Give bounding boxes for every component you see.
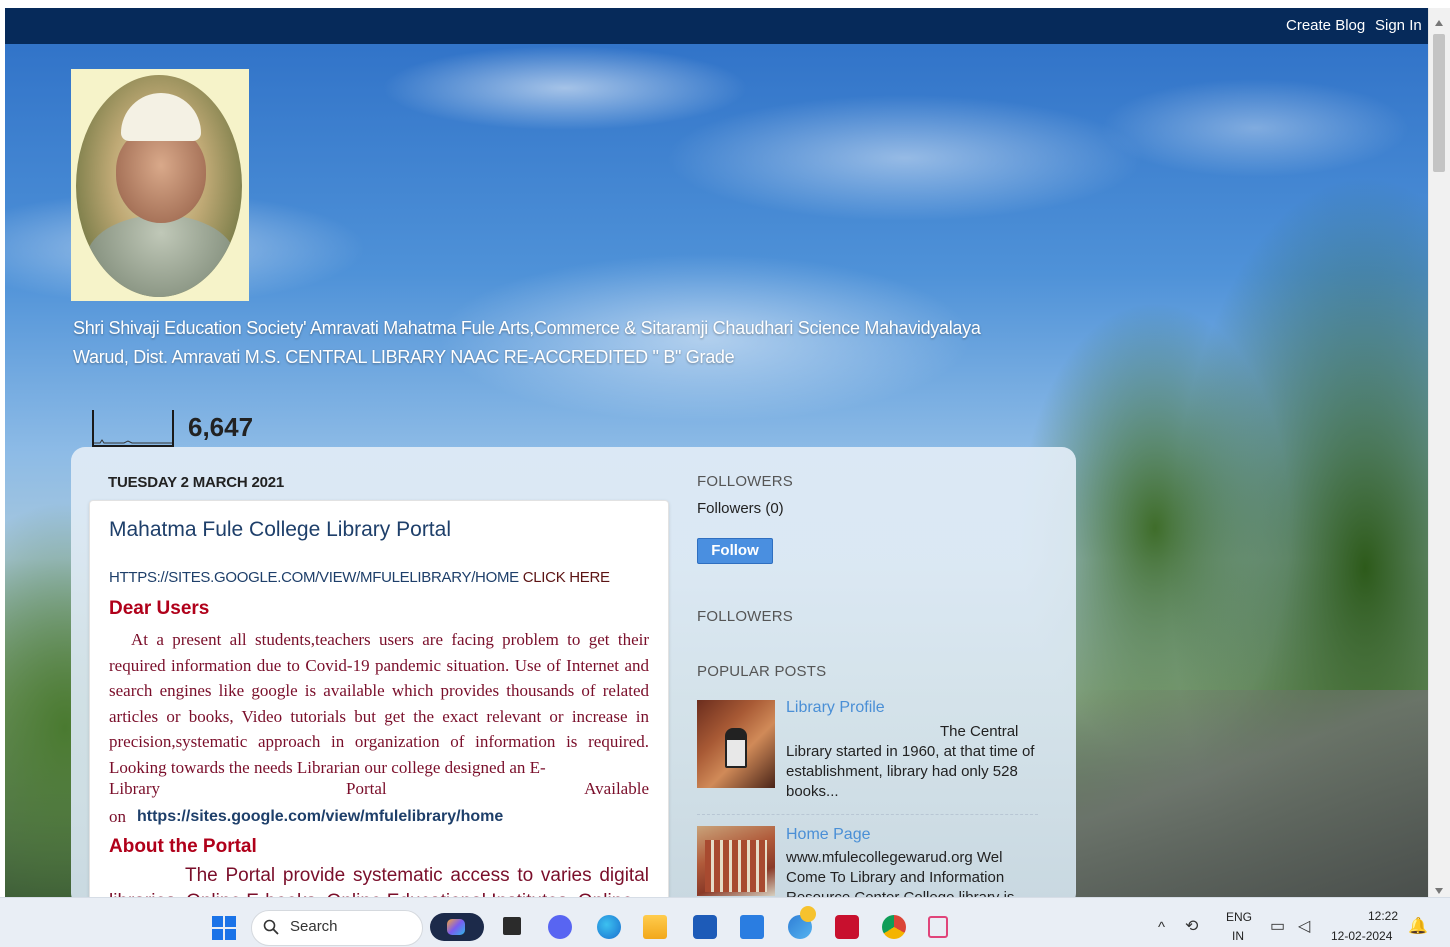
blog-title-line1: Shri Shivaji Education Society' Amravati… [73,318,981,338]
background-road [1075,690,1428,897]
portrait-oval [76,75,242,297]
post-portal-link[interactable]: HTTPS://SITES.GOOGLE.COM/VIEW/MFULELIBRA… [109,569,610,586]
browser-viewport: Create Blog Sign In Shri Shivaji Educati… [0,0,1450,897]
sparkline-graph [94,439,174,444]
scrollbar-thumb[interactable] [1433,34,1445,172]
about-portal-paragraph: The Portal provide systematic access to … [109,863,649,897]
popular-post-snippet-library-profile: The Central Library started in 1960, at … [786,722,1038,802]
task-view-icon[interactable] [503,917,521,935]
input-language-line2[interactable]: IN [1232,929,1244,943]
pageview-count: 6,647 [188,412,254,442]
mcafee-shield-icon[interactable] [835,915,859,939]
search-icon [263,919,279,935]
page-scrollbar[interactable] [1428,8,1450,897]
about-portal-text: The Portal provide systematic access to … [109,865,649,897]
scroll-down-arrow-icon[interactable] [1435,888,1443,894]
windows-start-icon[interactable] [212,916,236,940]
popular-post-title-home-page[interactable]: Home Page [786,826,871,844]
snippet-rest: Library started in 1960, at that time of… [786,743,1035,800]
chrome-browser-icon[interactable] [882,915,906,939]
portrait-cap [121,93,201,141]
header-portrait-image [71,69,249,301]
post-title[interactable]: Mahatma Fule College Library Portal [109,518,451,542]
notification-bell-icon[interactable]: 🔔 [1408,916,1428,936]
post-portal-url[interactable]: HTTPS://SITES.GOOGLE.COM/VIEW/MFULELIBRA… [109,569,519,586]
snippet-lead: The Central [940,723,1019,740]
popular-post-thumbnail-library-profile[interactable] [697,700,775,788]
followers-heading: FOLLOWERS [697,473,793,490]
scroll-up-arrow-icon[interactable] [1435,20,1443,26]
thumbnail-shirt [727,740,745,766]
available-on-text: on [109,807,126,826]
post-click-here[interactable]: CLICK HERE [519,569,610,586]
popular-post-snippet-home-page: www.mfulecollegewarud.org Wel Come To Li… [786,849,1014,897]
myhp-app-icon[interactable] [740,915,764,939]
post-date-header: TUESDAY 2 MARCH 2021 [108,474,285,491]
microsoft-store-icon[interactable] [693,915,717,939]
followers-heading-2: FOLLOWERS [697,608,793,625]
create-blog-link[interactable]: Create Blog [1286,17,1365,34]
pageview-sparkline [92,410,174,447]
blog-title-line2: Warud, Dist. Amravati M.S. CENTRAL LIBRA… [73,347,735,367]
edge-browser-icon[interactable] [597,915,621,939]
snipping-tool-icon[interactable] [928,916,948,938]
available-word-portal: Portal [346,779,387,798]
dear-users-heading: Dear Users [109,598,210,619]
popular-post-divider [697,814,1038,815]
available-word-library: Library [109,779,160,798]
tray-expand-chevron-icon[interactable]: ^ [1158,919,1165,936]
e-library-portal-link[interactable]: https://sites.google.com/view/mfulelibra… [137,808,503,826]
notification-badge-icon [800,906,816,922]
post-body-paragraph: At a present all students,teachers users… [109,627,649,780]
pageview-separator [172,410,174,447]
copilot-icon[interactable] [430,913,484,941]
available-word-available: Available [584,779,649,798]
blogger-navbar: Create Blog Sign In [5,8,1428,44]
portrait-coat [86,215,236,297]
clock-time[interactable]: 12:22 [1368,909,1398,923]
follow-button[interactable]: Follow [697,538,773,564]
popular-posts-heading: POPULAR POSTS [697,663,827,680]
blog-title[interactable]: Shri Shivaji Education Society' Amravati… [73,314,1083,372]
taskbar-search-label: Search [290,918,338,935]
chat-app-icon[interactable] [548,915,572,939]
followers-count: Followers (0) [697,500,784,517]
display-icon[interactable]: ▭ [1270,916,1285,936]
thumbnail-building [705,840,767,892]
network-sync-icon[interactable]: ⟲ [1185,916,1198,936]
popular-post-title-library-profile[interactable]: Library Profile [786,699,885,717]
portrait-face [116,127,206,223]
sign-in-link[interactable]: Sign In [1375,17,1422,34]
file-explorer-icon[interactable] [643,915,667,939]
input-language-line1[interactable]: ENG [1226,910,1252,924]
popular-post-thumbnail-home-page[interactable] [697,826,775,896]
about-portal-heading: About the Portal [109,836,257,857]
speaker-muted-icon[interactable]: ◁ [1298,916,1310,936]
post-body-text: At a present all students,teachers users… [109,630,649,777]
clock-date[interactable]: 12-02-2024 [1331,929,1392,943]
